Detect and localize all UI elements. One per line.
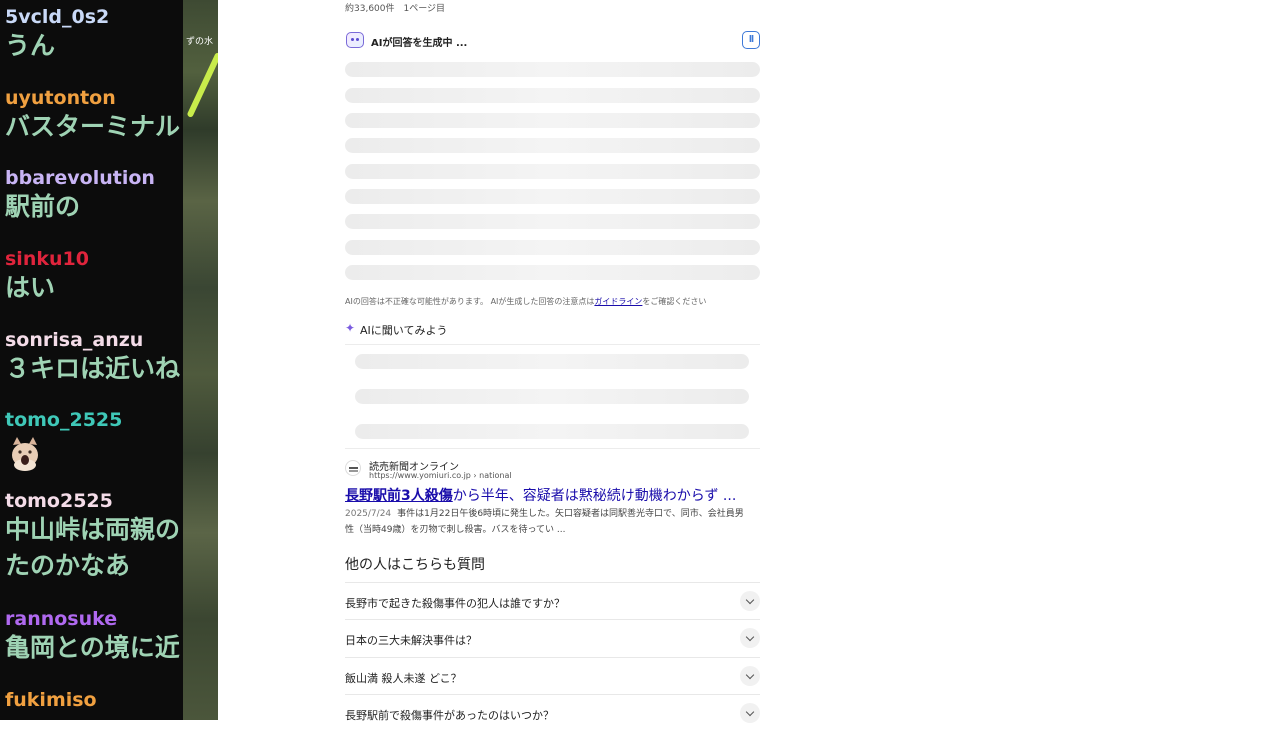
loading-skeleton-line — [345, 164, 760, 179]
loading-skeleton-line — [355, 424, 749, 439]
paa-question[interactable]: 日本の三大未解決事件は？ — [345, 619, 760, 656]
ask-ai-title: AIに聞いてみよう — [360, 324, 448, 337]
chat-message: sinku10 はい — [5, 248, 89, 306]
result-title-link[interactable]: 長野駅前3人殺傷から半年、容疑者は黙秘続け動機わからず ... — [345, 485, 736, 505]
chat-text: はい — [5, 273, 56, 302]
chat-text: 駅前の — [5, 192, 81, 221]
chat-text: 中山峠は両親の — [5, 515, 181, 544]
loading-skeleton-line — [355, 389, 749, 404]
chevron-down-icon[interactable] — [740, 666, 760, 686]
ai-answer-header: AIが回答を生成中 ... ll — [346, 31, 760, 51]
result-title-rest[interactable]: から半年、容疑者は黙秘続け動機わからず ... — [453, 488, 737, 504]
chat-username: fukimiso — [5, 689, 97, 711]
source-url: https://www.yomiuri.co.jp › national — [369, 471, 512, 480]
chat-message: tomo2525 中山峠は両親の たのかなあ — [5, 490, 180, 584]
paa-question[interactable]: 飯山満 殺人未遂 どこ？ — [345, 657, 760, 694]
chat-message: uyutonton バスターミナル — [5, 87, 180, 145]
disclaimer-text: をご確認ください — [642, 297, 707, 306]
paa-question-text: 日本の三大未解決事件は？ — [345, 634, 477, 647]
result-title-bold[interactable]: 長野駅前3人殺傷 — [345, 488, 453, 504]
chat-username: sinku10 — [5, 248, 89, 270]
loading-skeleton-line — [345, 265, 760, 280]
snippet-text: 事件は1月22日午後6時頃に発生した。矢口容疑者は同駅善光寺口で、同市、会社員男… — [345, 509, 744, 535]
chat-username: 5vcld_0s2 — [5, 6, 110, 28]
chat-username: uyutonton — [5, 87, 116, 109]
guideline-link[interactable]: ガイドライン — [594, 297, 642, 306]
pause-icon: ll — [748, 35, 754, 45]
paa-question[interactable]: 長野駅前で殺傷事件があったのはいつか？ — [345, 694, 760, 731]
chat-username: rannosuke — [5, 608, 118, 630]
chevron-down-icon[interactable] — [740, 591, 760, 611]
result-date: 2025/7/24 — [345, 509, 392, 519]
chat-message: sonrisa_anzu ３キロは近いね — [5, 329, 180, 387]
chevron-down-icon[interactable] — [740, 703, 760, 723]
loading-skeleton-line — [355, 354, 749, 369]
chat-text: ３キロは近いね — [5, 354, 181, 383]
result-count: 約33,600件 1ページ目 — [345, 4, 446, 14]
ai-robot-icon — [346, 32, 364, 48]
chat-text: うん — [5, 31, 56, 60]
divider — [345, 344, 760, 345]
chat-text: たのかなあ — [5, 551, 131, 580]
chat-message: fukimiso — [5, 689, 97, 711]
chat-message: tomo_2525 — [5, 409, 122, 471]
result-snippet: 2025/7/24 事件は1月22日午後6時頃に発生した。矢口容疑者は同駅善光寺口… — [345, 506, 745, 538]
chat-text: 亀岡との境に近 — [5, 633, 180, 662]
paa-title: 他の人はこちらも質問 — [345, 557, 485, 573]
chat-message: 5vcld_0s2 うん — [5, 6, 109, 64]
paa-question[interactable]: 長野市で起きた殺傷事件の犯人は誰ですか？ — [345, 582, 760, 619]
ai-disclaimer: AIの回答は不正確な可能性があります。 AIが生成した回答の注意点はガイドライン… — [345, 296, 706, 307]
chat-message: rannosuke 亀岡との境に近 — [5, 608, 180, 666]
chat-username: tomo_2525 — [5, 409, 123, 431]
disclaimer-text: AIの回答は不正確な可能性があります。 AIが生成した回答の注意点は — [345, 297, 595, 306]
loading-skeleton-line — [345, 138, 760, 153]
paa-question-text: 飯山満 殺人未遂 どこ？ — [345, 672, 462, 685]
paa-question-text: 長野市で起きた殺傷事件の犯人は誰ですか？ — [345, 597, 565, 610]
cat-emote-icon — [12, 437, 38, 471]
chat-panel: 5vcld_0s2 うん uyutonton バスターミナル bbarevolu… — [0, 0, 183, 720]
pause-button[interactable]: ll — [742, 31, 760, 49]
map-label: ずの水 — [186, 37, 214, 47]
loading-skeleton-line — [345, 113, 760, 128]
chat-username: bbarevolution — [5, 167, 155, 189]
chat-username: sonrisa_anzu — [5, 329, 144, 351]
paa-question-text: 長野駅前で殺傷事件があったのはいつか？ — [345, 709, 554, 722]
chat-username: tomo2525 — [5, 490, 113, 512]
ai-answer-title: AIが回答を生成中 ... — [371, 38, 468, 49]
loading-skeleton-line — [345, 62, 760, 77]
loading-skeleton-line — [345, 189, 760, 204]
sparkle-icon: ✦ — [345, 321, 356, 335]
loading-skeleton-line — [345, 88, 760, 103]
chat-text: バスターミナル — [5, 112, 181, 141]
source-favicon-icon — [345, 460, 361, 476]
loading-skeleton-line — [345, 214, 760, 229]
search-results: 約33,600件 1ページ目 AIが回答を生成中 ... ll AIの回答は不正… — [345, 0, 760, 723]
loading-skeleton-line — [345, 240, 760, 255]
chevron-down-icon[interactable] — [740, 628, 760, 648]
divider — [345, 448, 760, 449]
chat-message: bbarevolution 駅前の — [5, 167, 155, 225]
map-background: ずの水 — [183, 0, 218, 720]
map-route — [186, 52, 218, 118]
